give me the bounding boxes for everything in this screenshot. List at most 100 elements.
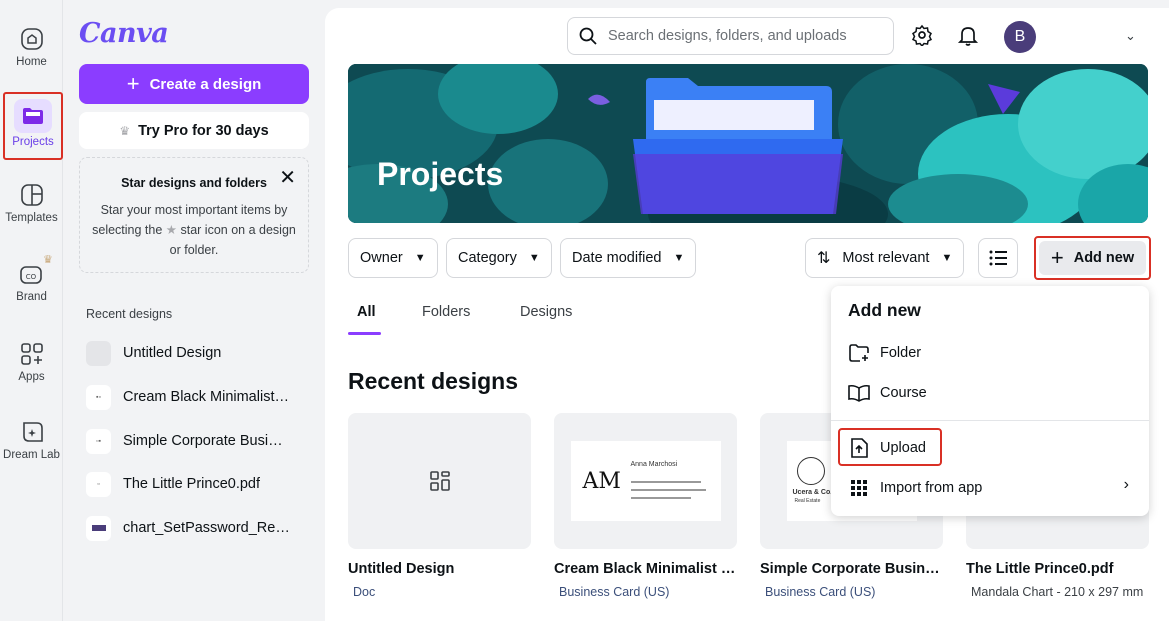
folder-add-icon — [848, 342, 870, 364]
star-tip-card: ✕ Star designs and folders Star your mos… — [79, 157, 309, 273]
preview-line — [630, 489, 706, 491]
sort-label: Most relevant — [842, 250, 930, 266]
rail-apps-label: Apps — [18, 371, 45, 383]
projects-banner: Projects — [348, 64, 1148, 223]
search-icon — [579, 27, 597, 45]
create-design-button[interactable]: + Create a design — [79, 64, 309, 104]
recent-designs-heading: Recent designs — [348, 368, 518, 394]
category-filter-label: Category — [458, 250, 517, 266]
banner-title: Projects — [377, 156, 504, 192]
rail-templates[interactable]: Templates — [0, 182, 63, 224]
preview-logo: AM — [582, 469, 621, 494]
search-bar[interactable] — [567, 17, 894, 55]
star-icon: ★ — [165, 223, 178, 237]
try-pro-button[interactable]: ♛ Try Pro for 30 days — [79, 112, 309, 149]
recent-item[interactable]: chart_SetPassword_Re… — [86, 510, 311, 546]
recent-item[interactable]: ▫▪ Simple Corporate Busi… — [86, 423, 311, 459]
side-panel: Canva + Create a design ♛ Try Pro for 30… — [63, 0, 324, 621]
brand-icon: CO — [19, 261, 45, 287]
try-pro-label: Try Pro for 30 days — [138, 122, 269, 139]
left-rail: Home Projects Templates CO Brand ♛ Apps … — [0, 0, 63, 621]
menu-item-import-from-app[interactable]: Import from app — [848, 473, 1138, 503]
plus-icon: + — [126, 71, 140, 96]
rail-brand[interactable]: CO Brand ♛ — [0, 254, 63, 303]
rail-apps[interactable]: Apps — [0, 341, 63, 383]
crown-icon: ♛ — [43, 254, 53, 266]
svg-text:CO: CO — [25, 273, 36, 281]
close-icon[interactable]: ✕ — [279, 168, 296, 188]
rail-dreamlab[interactable]: Dream Lab — [0, 419, 63, 461]
create-design-label: Create a design — [149, 75, 262, 93]
tip-line-2a: selecting the — [92, 223, 163, 237]
menu-divider — [831, 420, 1149, 421]
category-filter[interactable]: Category ▼ — [446, 238, 552, 278]
design-card-type: Business Card (US) — [765, 585, 876, 599]
recent-item[interactable]: Untitled Design — [86, 335, 311, 371]
banner-illustration — [348, 64, 1148, 223]
tab-all[interactable]: All — [357, 304, 376, 320]
design-card-title[interactable]: Simple Corporate Busin… — [760, 561, 943, 577]
menu-item-import-label: Import from app — [880, 480, 983, 496]
avatar[interactable]: B — [1004, 21, 1036, 53]
crown-icon: ♛ — [119, 123, 131, 138]
design-card-title[interactable]: Cream Black Minimalist … — [554, 561, 737, 577]
preview-brand: Ucera & Co. — [792, 489, 833, 496]
recent-item[interactable]: ▪▫ Cream Black Minimalist… — [86, 379, 311, 415]
bell-icon[interactable] — [955, 22, 981, 48]
design-thumbnail: ▫▪ — [86, 428, 111, 454]
grid-dots-icon — [848, 477, 870, 499]
preview-line — [630, 497, 691, 499]
date-filter-label: Date modified — [572, 250, 662, 266]
design-card-title[interactable]: Untitled Design — [348, 561, 531, 577]
recent-item[interactable]: ▫ The Little Prince0.pdf — [86, 466, 311, 502]
design-card-title[interactable]: The Little Prince0.pdf — [966, 561, 1149, 577]
rail-brand-label: Brand — [16, 291, 47, 303]
book-icon — [848, 382, 870, 404]
tab-designs[interactable]: Designs — [520, 304, 572, 320]
tip-line-2b: star icon on a design — [180, 223, 296, 237]
business-card-preview: AM Anna Marchosi — [570, 441, 721, 521]
owner-filter[interactable]: Owner ▼ — [348, 238, 438, 278]
active-tab-indicator — [348, 332, 381, 335]
list-view-button[interactable] — [978, 238, 1018, 278]
preview-brand-sub: Real Estate — [794, 498, 821, 504]
design-thumbnail — [86, 340, 111, 366]
add-new-menu: Add new Folder Course Upload Import from… — [831, 286, 1149, 516]
rail-dreamlab-label: Dream Lab — [3, 449, 60, 461]
design-thumbnail: ▪▫ — [86, 384, 111, 410]
design-card[interactable]: AM Anna Marchosi — [554, 413, 737, 549]
design-thumbnail — [86, 515, 111, 541]
chevron-down-icon[interactable]: ⌄ — [1125, 28, 1136, 44]
upload-highlight — [838, 428, 942, 466]
date-modified-filter[interactable]: Date modified ▼ — [560, 238, 697, 278]
menu-item-folder[interactable]: Folder — [848, 338, 1138, 368]
folder-icon — [14, 99, 52, 133]
sort-icon: ⇅ — [817, 250, 831, 267]
design-card[interactable] — [348, 413, 531, 549]
rail-projects[interactable]: Projects — [3, 92, 63, 160]
gear-icon[interactable] — [909, 22, 935, 48]
canva-logo[interactable]: Canva — [79, 18, 169, 49]
menu-item-course-label: Course — [880, 385, 927, 401]
rail-projects-label: Projects — [12, 136, 54, 148]
home-icon — [19, 26, 45, 52]
preview-name: Anna Marchosi — [630, 461, 678, 468]
design-card-type: Business Card (US) — [559, 585, 670, 599]
sort-dropdown[interactable]: ⇅ Most relevant ▼ — [805, 238, 965, 278]
menu-item-folder-label: Folder — [880, 345, 922, 361]
chevron-down-icon: ▼ — [414, 252, 426, 264]
chevron-down-icon: ▼ — [941, 252, 953, 264]
doc-icon — [429, 471, 450, 491]
tab-folders[interactable]: Folders — [422, 304, 470, 320]
templates-icon — [19, 182, 45, 208]
recent-designs-label: Recent designs — [86, 307, 173, 321]
apps-icon — [19, 341, 45, 367]
rail-home[interactable]: Home — [0, 26, 63, 68]
search-input[interactable] — [608, 28, 888, 44]
design-card-type: Mandala Chart - 210 x 297 mm — [971, 585, 1144, 599]
menu-item-course[interactable]: Course — [848, 378, 1138, 408]
add-new-button[interactable]: + Add new — [1039, 241, 1146, 275]
design-card-type: Doc — [353, 585, 376, 599]
recent-item-label: Simple Corporate Busi… — [123, 433, 283, 449]
recent-item-label: Untitled Design — [123, 345, 222, 361]
